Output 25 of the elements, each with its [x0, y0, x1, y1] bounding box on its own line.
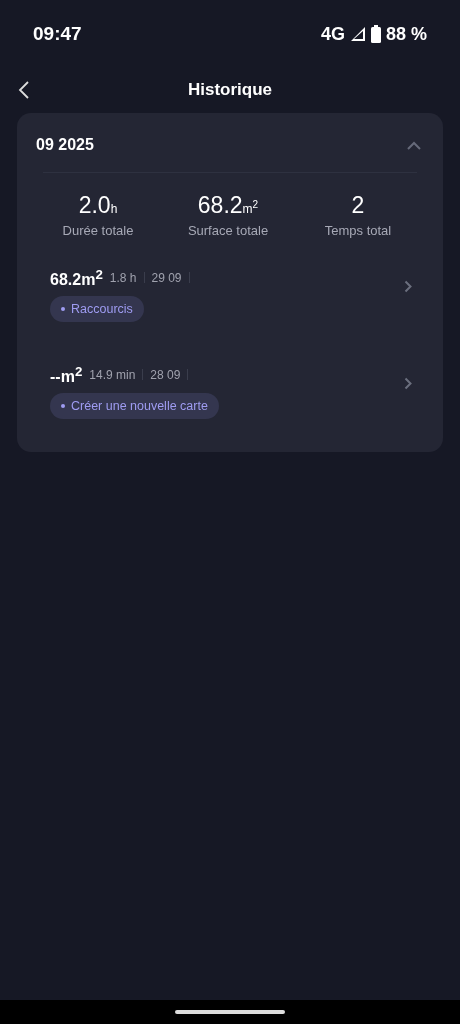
status-time: 09:47 — [33, 23, 82, 45]
record-tag: Raccourcis — [50, 296, 144, 323]
back-icon[interactable] — [18, 80, 30, 100]
battery-percent: 88 % — [385, 23, 427, 45]
battery-icon — [370, 25, 381, 43]
signal-icon — [349, 26, 366, 42]
chevron-icon[interactable] — [407, 140, 421, 150]
stat-label: Surface totale — [187, 223, 269, 238]
network-label: 4G — [320, 23, 345, 45]
record-tag: Créer une nouvelle carte — [50, 393, 219, 420]
record-area: 68.2m$^{2}$ — [50, 266, 103, 290]
chevron-right-icon[interactable] — [404, 377, 412, 390]
month-label: 09 2025 — [36, 136, 94, 154]
record-duration: 1.8 h — [109, 271, 137, 285]
record-date: 28 09 — [150, 368, 181, 382]
stat-value: 2 — [351, 191, 365, 219]
stat-value: 68.2m$^{2}$ — [197, 191, 259, 219]
chevron-right-icon[interactable] — [404, 280, 412, 293]
stat-label: Durée totale — [62, 223, 134, 238]
stat-label: Temps total — [324, 223, 392, 238]
record-duration: 14.9 min — [89, 368, 136, 382]
record-date: 29 09 — [151, 271, 182, 285]
stat-value: 2.0h — [78, 191, 118, 219]
record-area: --m$^{2}$ — [50, 363, 83, 387]
page-title: Historique — [187, 80, 273, 100]
